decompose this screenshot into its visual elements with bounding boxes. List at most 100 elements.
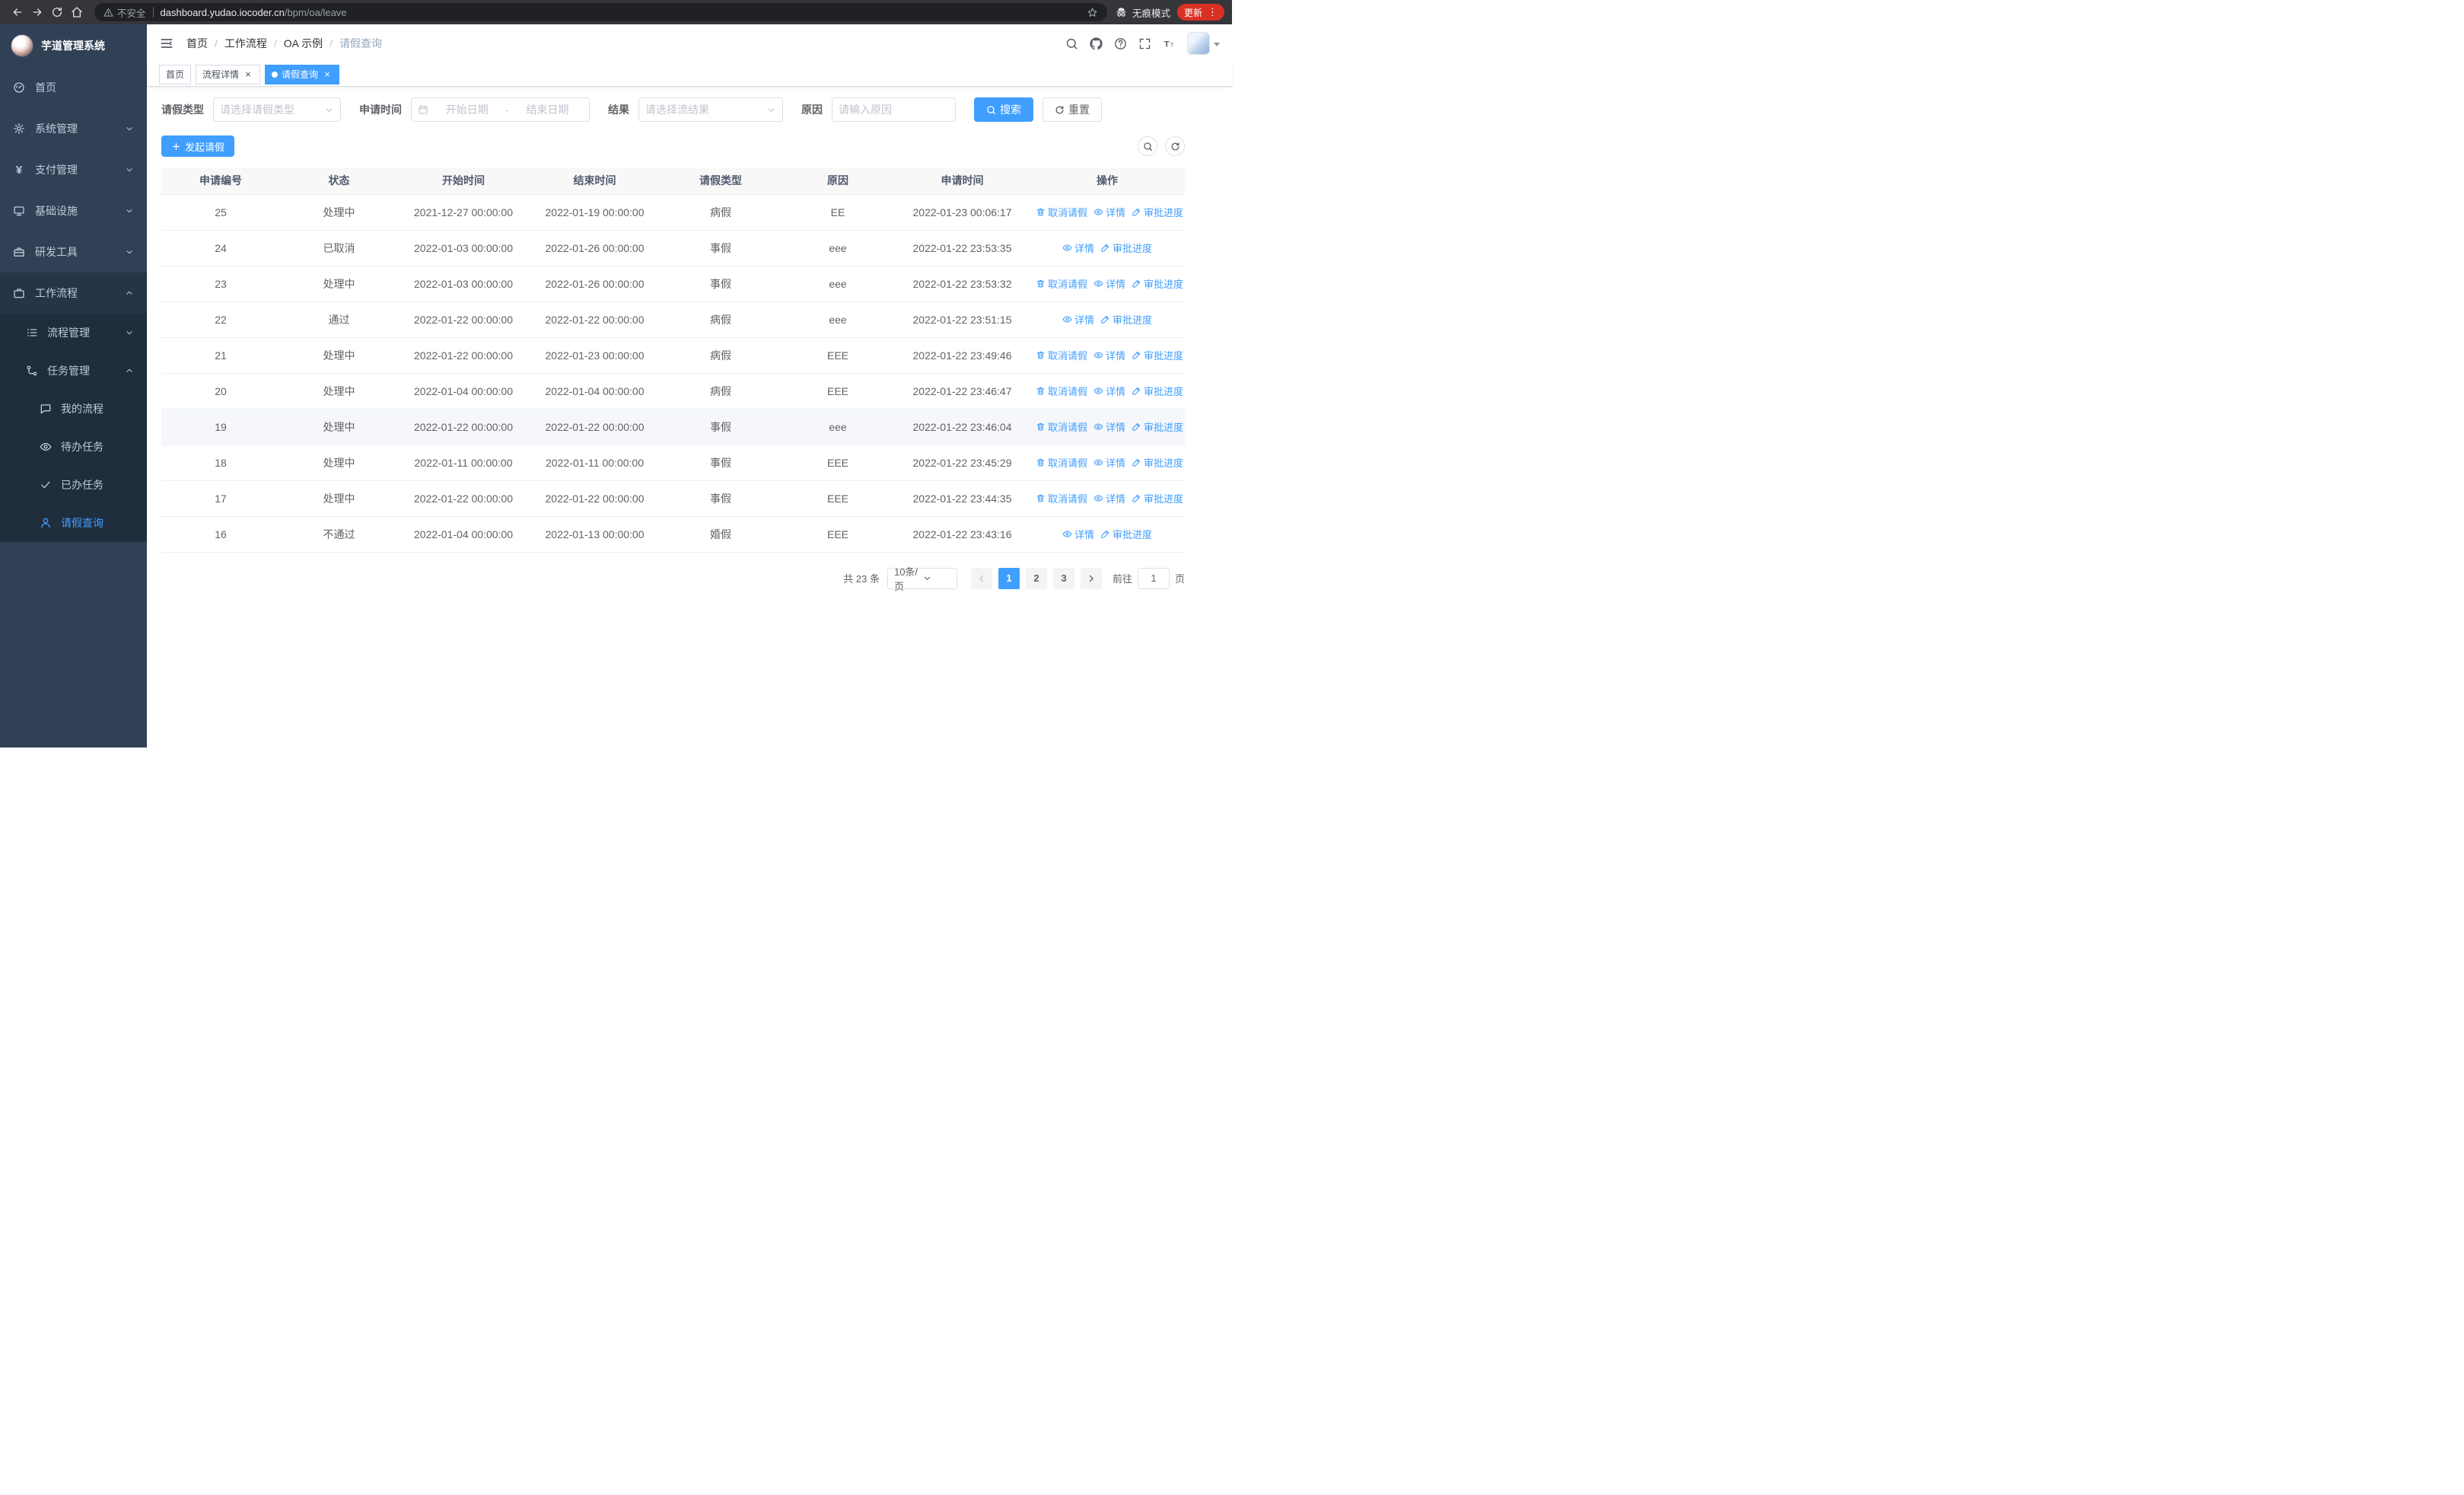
detail-link[interactable]: 详情 <box>1094 205 1125 219</box>
result-select[interactable] <box>638 97 783 122</box>
github-link[interactable] <box>1090 37 1103 50</box>
approval-progress-link-label: 审批进度 <box>1144 350 1184 362</box>
sidebar-toggle-button[interactable] <box>159 36 174 51</box>
browser-back-button[interactable] <box>8 2 27 22</box>
sidebar-item-leave-query[interactable]: 请假查询 <box>0 504 147 542</box>
address-bar[interactable]: 不安全 dashboard.yudao.iocoder.cn/bpm/oa/le… <box>94 3 1107 21</box>
fullscreen-button[interactable] <box>1138 37 1151 50</box>
bookmark-star-icon[interactable] <box>1087 7 1098 18</box>
sidebar-item-system[interactable]: 系统管理 <box>0 108 147 149</box>
start-date-input[interactable] <box>431 104 503 116</box>
user-menu[interactable] <box>1187 32 1220 55</box>
table-row[interactable]: 17 处理中 2022-01-22 00:00:00 2022-01-22 00:00… <box>161 480 1185 517</box>
table-row[interactable]: 23 处理中 2022-01-03 00:00:00 2022-01-26 00:00… <box>161 266 1185 302</box>
approval-progress-link[interactable]: 审批进度 <box>1132 419 1183 434</box>
cancel-leave-link[interactable]: 取消请假 <box>1036 276 1087 291</box>
approval-progress-link[interactable]: 审批进度 <box>1100 312 1152 327</box>
browser-update-button[interactable]: 更新 ⋮ <box>1176 4 1224 21</box>
sidebar-item-devtools[interactable]: 研发工具 <box>0 231 147 273</box>
detail-link-label: 详情 <box>1106 350 1126 362</box>
table-row[interactable]: 25 处理中 2021-12-27 00:00:00 2022-01-19 00:00… <box>161 194 1185 231</box>
cancel-leave-link[interactable]: 取消请假 <box>1036 348 1087 362</box>
approval-progress-link[interactable]: 审批进度 <box>1100 527 1152 541</box>
close-icon[interactable]: × <box>322 69 333 80</box>
table-row[interactable]: 21 处理中 2022-01-22 00:00:00 2022-01-23 00:00… <box>161 337 1185 374</box>
approval-progress-link[interactable]: 审批进度 <box>1132 491 1183 505</box>
sidebar-item-infra[interactable]: 基础设施 <box>0 190 147 231</box>
approval-progress-link[interactable]: 审批进度 <box>1100 241 1152 255</box>
detail-link[interactable]: 详情 <box>1094 455 1125 470</box>
help-button[interactable] <box>1114 37 1127 50</box>
detail-link[interactable]: 详情 <box>1094 384 1125 398</box>
pagination-prev-button[interactable] <box>970 567 992 589</box>
cell-leave-type: 病假 <box>661 194 781 231</box>
pagination-page-3[interactable]: 3 <box>1052 567 1074 589</box>
tab-process-detail[interactable]: 流程详情 × <box>196 64 261 84</box>
page-size-select[interactable]: 10条/页 <box>887 566 957 592</box>
sidebar-item-payment[interactable]: ¥ 支付管理 <box>0 149 147 190</box>
goto-page-input[interactable] <box>1137 567 1170 589</box>
header-search-button[interactable] <box>1065 37 1078 50</box>
detail-link[interactable]: 详情 <box>1094 419 1125 434</box>
breadcrumb-home[interactable]: 首页 <box>186 36 208 51</box>
app-logo[interactable]: 芋道管理系统 <box>0 24 147 67</box>
browser-reload-button[interactable] <box>47 2 67 22</box>
table-row[interactable]: 20 处理中 2022-01-04 00:00:00 2022-01-04 00:00… <box>161 373 1185 410</box>
approval-progress-link[interactable]: 审批进度 <box>1132 348 1183 362</box>
result-input[interactable] <box>645 104 766 116</box>
reset-button[interactable]: 重置 <box>1043 97 1102 122</box>
sidebar-item-home[interactable]: 首页 <box>0 67 147 108</box>
close-icon[interactable]: × <box>243 69 253 80</box>
leave-type-input[interactable] <box>220 104 324 116</box>
leave-type-select[interactable] <box>213 97 341 122</box>
pagination-page-1[interactable]: 1 <box>998 567 1020 589</box>
table-row[interactable]: 22 通过 2022-01-22 00:00:00 2022-01-22 00:00:… <box>161 301 1185 338</box>
table-row[interactable]: 19 处理中 2022-01-22 00:00:00 2022-01-22 00:00… <box>161 409 1185 445</box>
browser-forward-button[interactable] <box>27 2 47 22</box>
table-row[interactable]: 18 处理中 2022-01-11 00:00:00 2022-01-11 00:00… <box>161 445 1185 481</box>
table-row[interactable]: 16 不通过 2022-01-04 00:00:00 2022-01-13 00:00… <box>161 516 1185 553</box>
sidebar-item-process-mgmt[interactable]: 流程管理 <box>0 314 147 352</box>
breadcrumb-workflow[interactable]: 工作流程 <box>224 36 267 51</box>
detail-link[interactable]: 详情 <box>1094 276 1125 291</box>
sidebar-item-workflow[interactable]: 工作流程 <box>0 273 147 314</box>
end-date-input[interactable] <box>511 104 583 116</box>
create-leave-button[interactable]: 发起请假 <box>161 135 235 157</box>
approval-progress-link[interactable]: 审批进度 <box>1132 455 1183 470</box>
cell-end-time: 2022-01-26 00:00:00 <box>529 230 661 266</box>
cancel-leave-link[interactable]: 取消请假 <box>1036 419 1087 434</box>
cancel-leave-link[interactable]: 取消请假 <box>1036 205 1087 219</box>
refresh-table-button[interactable] <box>1165 136 1185 156</box>
detail-link[interactable]: 详情 <box>1094 491 1125 505</box>
tab-home[interactable]: 首页 <box>159 64 192 84</box>
cancel-leave-link[interactable]: 取消请假 <box>1036 384 1087 398</box>
detail-link[interactable]: 详情 <box>1094 348 1125 362</box>
search-button[interactable]: 搜索 <box>974 97 1033 122</box>
approval-progress-link[interactable]: 审批进度 <box>1132 276 1183 291</box>
breadcrumb-oa-example[interactable]: OA 示例 <box>284 36 323 51</box>
browser-home-button[interactable] <box>67 2 87 22</box>
font-size-button[interactable]: TT <box>1163 37 1176 50</box>
sidebar-item-todo-tasks[interactable]: 待办任务 <box>0 428 147 466</box>
sidebar-item-task-mgmt[interactable]: 任务管理 <box>0 352 147 390</box>
apply-time-range-picker[interactable]: - <box>411 97 590 122</box>
sidebar-item-my-process[interactable]: 我的流程 <box>0 390 147 428</box>
cancel-leave-link[interactable]: 取消请假 <box>1036 491 1087 505</box>
pagination-page-2[interactable]: 2 <box>1025 567 1047 589</box>
security-chip[interactable]: 不安全 <box>103 5 146 20</box>
sidebar-item-done-tasks[interactable]: 已办任务 <box>0 466 147 504</box>
detail-link[interactable]: 详情 <box>1062 241 1094 255</box>
browser-menu-icon[interactable]: ⋮ <box>1208 6 1218 18</box>
cancel-leave-link[interactable]: 取消请假 <box>1036 455 1087 470</box>
approval-progress-link[interactable]: 审批进度 <box>1132 384 1183 398</box>
table-row[interactable]: 24 已取消 2022-01-03 00:00:00 2022-01-26 00:00… <box>161 230 1185 266</box>
approval-progress-link[interactable]: 审批进度 <box>1132 205 1183 219</box>
home-icon <box>72 7 82 18</box>
toggle-search-button[interactable] <box>1138 136 1157 156</box>
pagination-next-button[interactable] <box>1080 567 1102 589</box>
detail-link[interactable]: 详情 <box>1062 312 1094 327</box>
detail-link[interactable]: 详情 <box>1062 527 1094 541</box>
reason-field[interactable] <box>832 97 956 122</box>
reason-input[interactable] <box>839 104 949 116</box>
tab-leave-query[interactable]: 请假查询 × <box>265 64 340 84</box>
